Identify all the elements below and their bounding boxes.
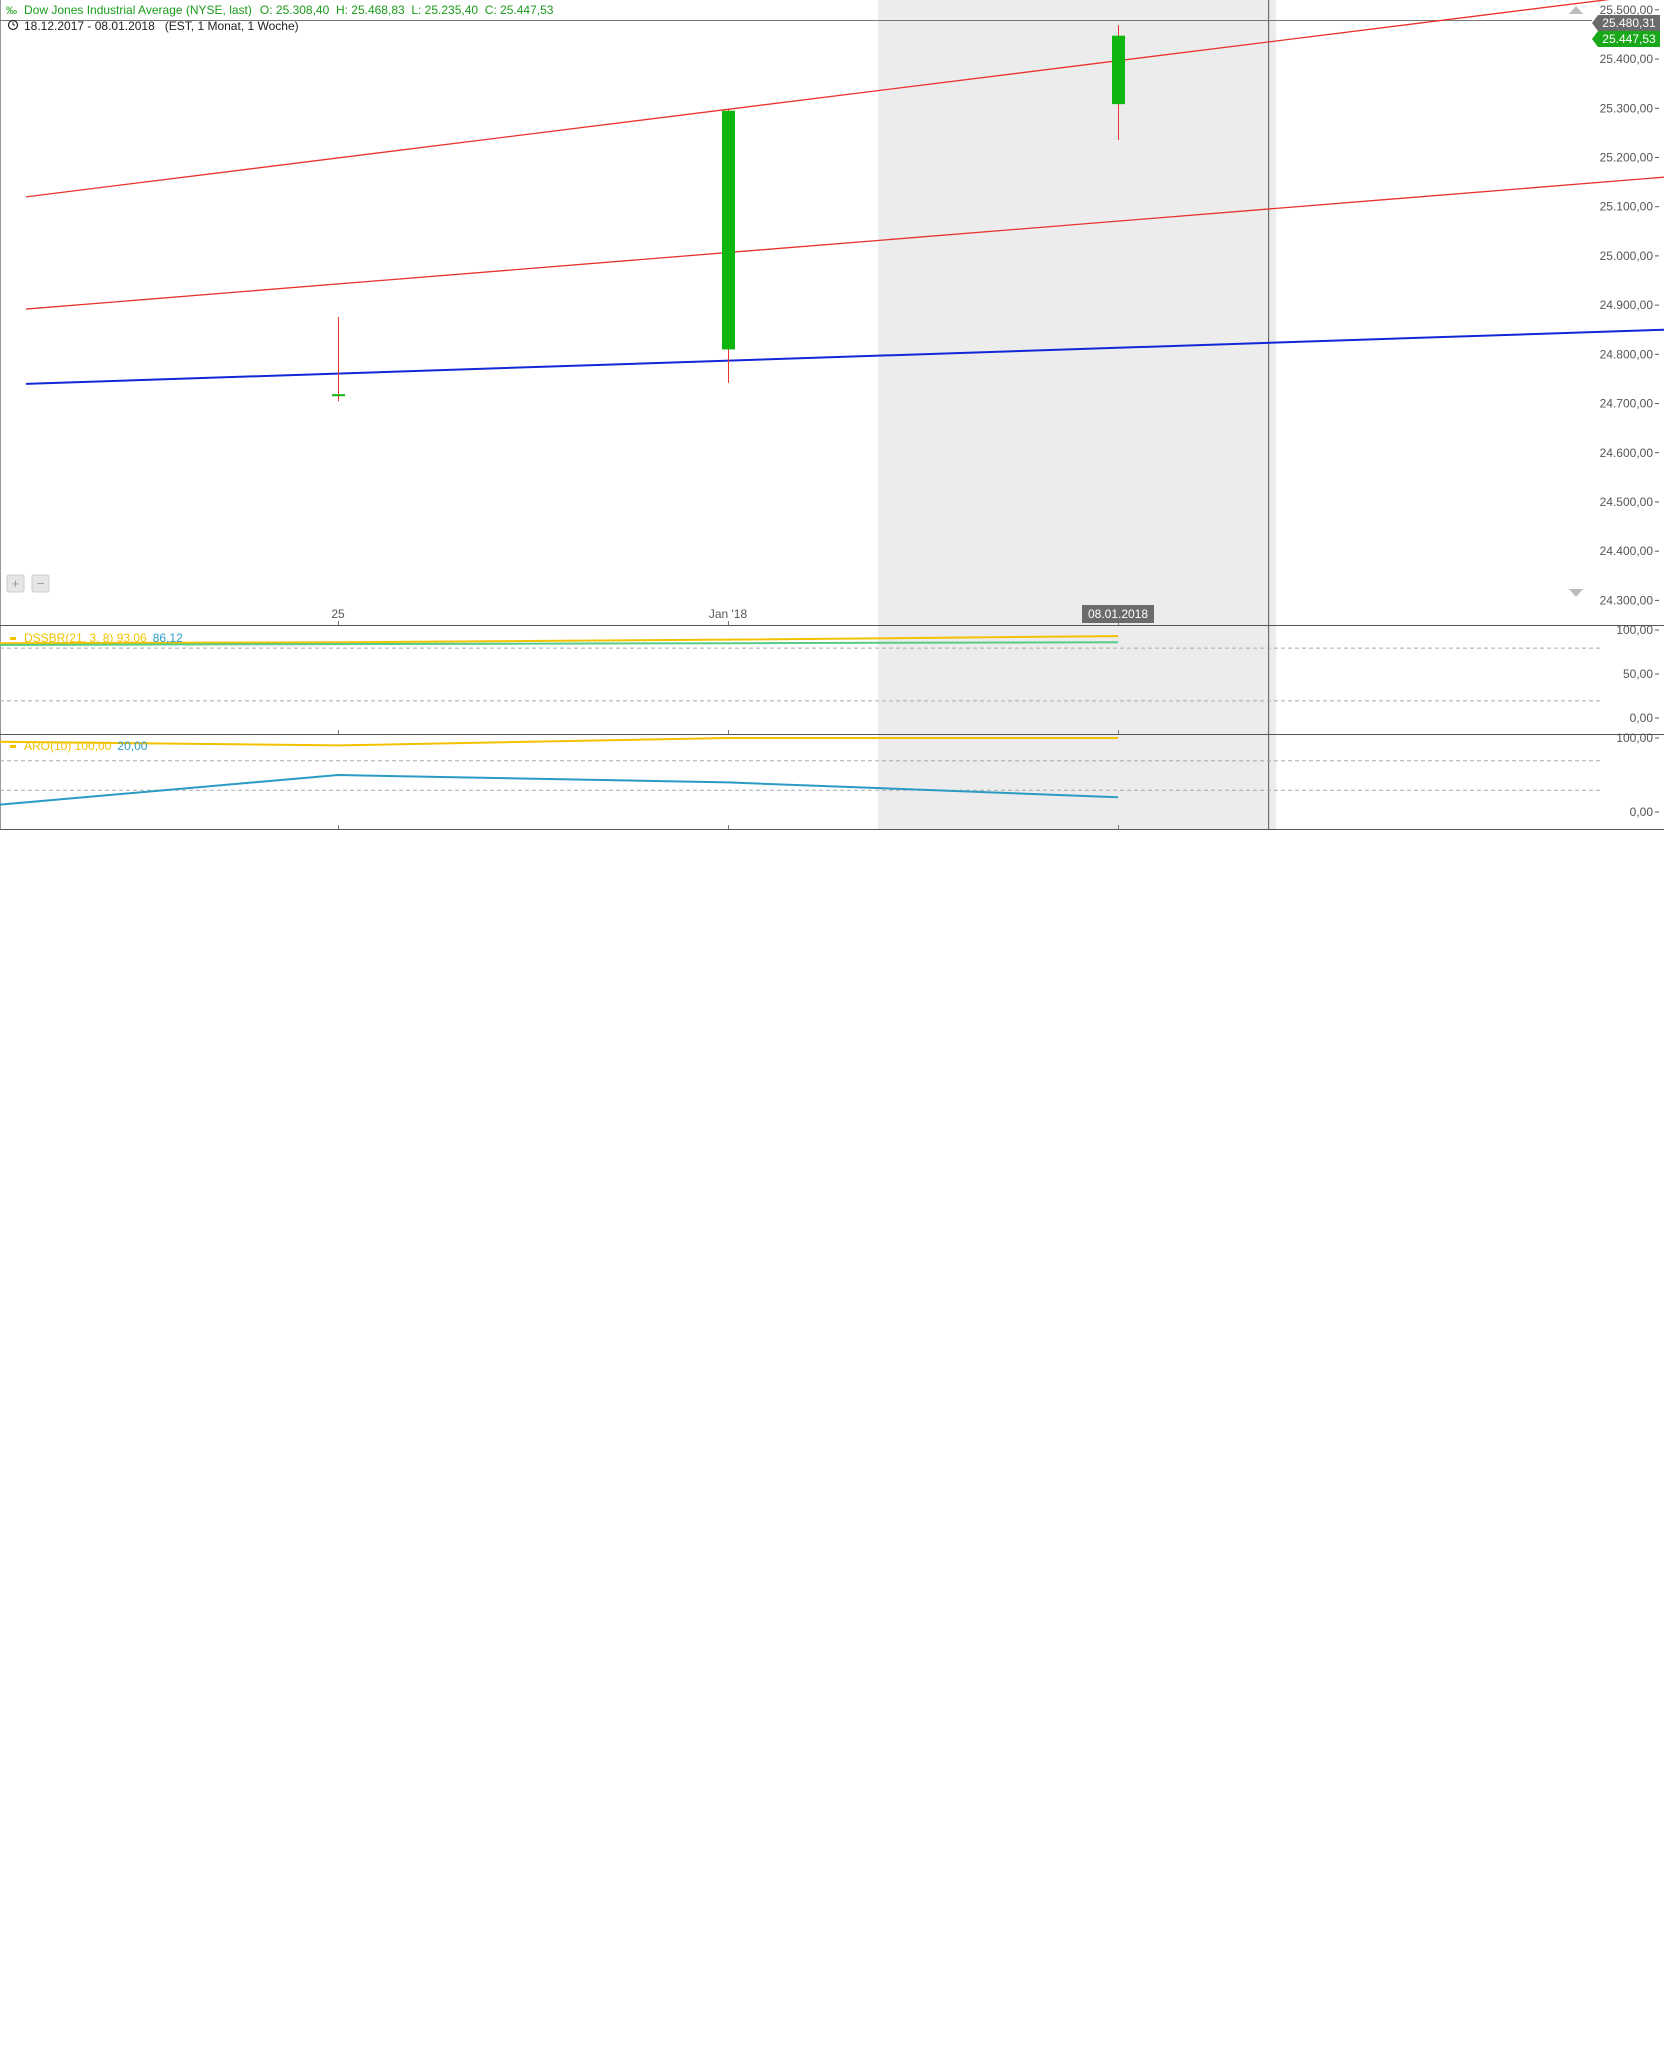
price-tick-label: 25.200,00 bbox=[1600, 150, 1654, 164]
date-badge-text: 08.01.2018 bbox=[1088, 607, 1148, 621]
plus-icon: + bbox=[12, 576, 20, 591]
date-badge: 08.01.2018 bbox=[1082, 605, 1154, 623]
price-tick-label: 24.900,00 bbox=[1600, 298, 1654, 312]
indicator-legend: DSSBR(21, 3, 8) 93,06 86,12 bbox=[24, 631, 183, 645]
indicator-tick-label: 100,00 bbox=[1616, 731, 1653, 745]
indicator-tick-label: 100,00 bbox=[1616, 623, 1653, 637]
price-tick-label: 25.100,00 bbox=[1600, 200, 1654, 214]
candle-body bbox=[1112, 35, 1125, 105]
indicator-legend: ARO(10) 100,00 20,00 bbox=[24, 739, 148, 753]
chart-panel: 24.300,00 24.400,00 24.500,00 24.600,00 24.7… bbox=[0, 0, 1664, 830]
price-tick-label: 25.400,00 bbox=[1600, 52, 1654, 66]
instrument-title: Dow Jones Industrial Average (NYSE, last… bbox=[24, 3, 554, 17]
price-tick-label: 24.600,00 bbox=[1600, 446, 1654, 460]
candle-body bbox=[722, 110, 735, 350]
candle bbox=[722, 108, 735, 383]
price-tick-label: 24.400,00 bbox=[1600, 544, 1654, 558]
price-tick-label: 24.500,00 bbox=[1600, 495, 1654, 509]
price-tick-label: 24.800,00 bbox=[1600, 347, 1654, 361]
candle-body bbox=[332, 394, 345, 397]
last-close-value: 25.447,53 bbox=[1602, 32, 1656, 46]
legend-swatch bbox=[10, 745, 16, 748]
zoom-out-button[interactable]: − bbox=[31, 574, 50, 593]
indicator-tick-label: 50,00 bbox=[1623, 667, 1653, 681]
last-high-value: 25.480,31 bbox=[1602, 16, 1656, 30]
time-tick-label: 25 bbox=[331, 607, 345, 621]
price-tick-label: 25.500,00 bbox=[1600, 3, 1654, 17]
price-tick-label: 24.300,00 bbox=[1600, 593, 1654, 607]
bars-icon: ‰ bbox=[6, 5, 17, 17]
chart-background bbox=[0, 0, 1664, 830]
minus-icon: − bbox=[37, 576, 45, 591]
date-range: 18.12.2017 - 08.01.2018 (EST, 1 Monat, 1… bbox=[24, 19, 299, 33]
last-high-badge: 25.480,31 bbox=[1592, 15, 1660, 31]
last-close-badge: 25.447,53 bbox=[1592, 31, 1660, 47]
ohlc-values: O: 25.308,40 H: 25.468,83 L: 25.235,40 C… bbox=[260, 3, 554, 17]
future-shaded-region bbox=[878, 0, 1277, 830]
price-tick-label: 25.000,00 bbox=[1600, 249, 1654, 263]
zoom-in-button[interactable]: + bbox=[6, 574, 25, 593]
indicator-tick-label: 0,00 bbox=[1630, 711, 1654, 725]
time-tick-label: Jan '18 bbox=[709, 607, 748, 621]
price-tick-label: 24.700,00 bbox=[1600, 397, 1654, 411]
legend-swatch bbox=[10, 637, 16, 640]
chart-svg: 24.300,00 24.400,00 24.500,00 24.600,00 24.7… bbox=[0, 0, 1664, 830]
indicator-tick-label: 0,00 bbox=[1630, 805, 1654, 819]
price-tick-label: 25.300,00 bbox=[1600, 101, 1654, 115]
